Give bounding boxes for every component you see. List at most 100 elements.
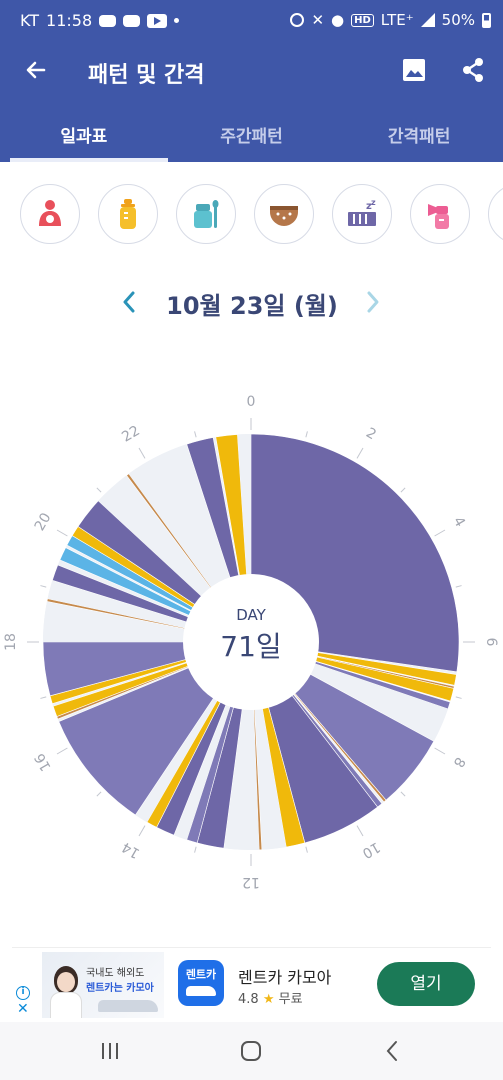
hour-tick [96, 487, 102, 493]
alarm-icon [290, 13, 305, 27]
talk-notification-icon [123, 14, 141, 27]
activity-filter-row: z z [20, 184, 503, 246]
star-icon: ★ [262, 992, 275, 1007]
center-label: DAY [236, 606, 266, 624]
ad-image-line2: 렌트카는 카모아 [86, 983, 154, 994]
status-right: ✕ ● HD LTE⁺ 50% [290, 11, 491, 29]
back-icon [386, 1041, 397, 1061]
hour-label: 20 [32, 510, 55, 533]
hour-tick [194, 431, 197, 438]
back-nav-button[interactable] [372, 1034, 412, 1068]
hd-voice-icon: HD [351, 13, 374, 27]
ad-rating: 4.8 ★ 무료 [238, 988, 303, 1007]
chevron-left-icon [123, 291, 135, 313]
clock: 11:58 [46, 11, 93, 30]
hour-tick [434, 529, 446, 537]
image-button[interactable] [400, 56, 428, 84]
ad-banner[interactable]: i ✕ 국내도 해외도 렌트카는 카모아 렌트카 렌트카 카모아 4.8 ★ 무… [12, 947, 491, 1021]
carrier: KT [20, 11, 40, 30]
hour-label: 22 [119, 423, 142, 446]
battery-percent: 50% [441, 11, 475, 29]
ad-app-name: 렌트카 카모아 [238, 968, 332, 987]
status-left: KT 11:58 [20, 11, 180, 30]
hour-tick [56, 529, 68, 537]
hour-tick [305, 846, 308, 853]
ad-app-logo[interactable]: 렌트카 [178, 960, 224, 1006]
hour-label: 12 [242, 874, 260, 890]
rating-value: 4.8 [238, 992, 259, 1007]
page-title: 패턴 및 간격 [88, 63, 205, 88]
ad-open-button[interactable]: 열기 [377, 962, 475, 1006]
ad-image[interactable]: 국내도 해외도 렌트카는 카모아 [42, 952, 164, 1018]
close-icon[interactable]: ✕ [17, 1002, 29, 1016]
breast-pump-filter[interactable] [410, 184, 470, 244]
svg-text:z: z [371, 198, 376, 207]
model-face [57, 972, 75, 992]
youtube-notification-icon [147, 13, 168, 28]
image-icon [403, 59, 425, 81]
previous-day-button[interactable] [114, 284, 144, 320]
back-arrow-icon [26, 61, 46, 79]
current-date: 10월 23일 (월) [166, 292, 338, 320]
bottle-filter[interactable] [98, 184, 158, 244]
hour-tick [40, 696, 47, 699]
next-day-button[interactable] [358, 284, 388, 320]
sleep-filter[interactable]: z z [332, 184, 392, 244]
breast-pump-icon [428, 204, 449, 229]
model-body [50, 992, 82, 1018]
hour-label: 8 [450, 754, 468, 770]
hour-tick [434, 747, 446, 755]
signal-icon [420, 13, 435, 27]
more-notifications-icon [174, 18, 180, 23]
tab-interval[interactable]: 간격패턴 [335, 108, 503, 162]
baby-food-filter[interactable] [176, 184, 236, 244]
info-icon[interactable]: i [16, 986, 30, 1000]
hour-tick [455, 585, 462, 588]
home-button[interactable] [231, 1034, 271, 1068]
tab-weekly[interactable]: 주간패턴 [168, 108, 336, 162]
system-navigation-bar [0, 1022, 503, 1080]
back-button[interactable] [20, 54, 52, 86]
diaper-icon [270, 206, 298, 226]
home-icon [241, 1041, 261, 1061]
sleep-icon: z z [348, 198, 376, 226]
hour-tick [40, 585, 47, 588]
ad-price: 무료 [278, 992, 303, 1007]
recent-apps-icon [102, 1043, 118, 1059]
breastfeeding-filter[interactable] [20, 184, 80, 244]
tab-daily[interactable]: 일과표 [0, 108, 168, 162]
logo-car-graphic [186, 986, 216, 996]
hour-tick [455, 696, 462, 699]
date-navigation: 10월 23일 (월) [0, 280, 503, 324]
share-icon [463, 58, 483, 82]
daily-schedule-chart: 0 2 4 6 8 10 12 14 16 18 20 22 DAY 71일 [0, 380, 503, 900]
location-icon: ● [331, 11, 345, 29]
mute-icon: ✕ [311, 11, 325, 29]
diaper-filter[interactable] [254, 184, 314, 244]
notification-icon [99, 14, 117, 27]
bottle-icon [120, 199, 136, 229]
share-button[interactable] [459, 56, 487, 84]
hour-label: 16 [32, 750, 55, 774]
hour-tick [56, 747, 68, 755]
hour-tick [96, 791, 102, 797]
breastfeeding-icon [39, 200, 61, 226]
center-value: 71일 [220, 630, 281, 663]
clock-chart-svg: 0 2 4 6 8 10 12 14 16 18 20 22 DAY 71일 [3, 394, 499, 890]
ad-logo-text: 렌트카 [185, 968, 217, 981]
hour-tick [138, 825, 146, 837]
more-filter[interactable] [488, 184, 503, 244]
hour-label: 2 [363, 425, 379, 443]
car-graphic [98, 1000, 158, 1012]
hour-tick [400, 791, 406, 797]
hour-tick [400, 487, 406, 493]
ad-image-line1: 국내도 해외도 [86, 968, 145, 979]
status-bar: KT 11:58 ✕ ● HD LTE⁺ 50% [0, 0, 503, 44]
hour-label: 14 [119, 838, 143, 861]
hour-tick [356, 825, 364, 837]
hour-tick [194, 846, 197, 853]
hour-label: 18 [3, 633, 19, 651]
chevron-right-icon [367, 291, 379, 313]
hour-label: 6 [483, 638, 499, 647]
recent-apps-button[interactable] [90, 1034, 130, 1068]
